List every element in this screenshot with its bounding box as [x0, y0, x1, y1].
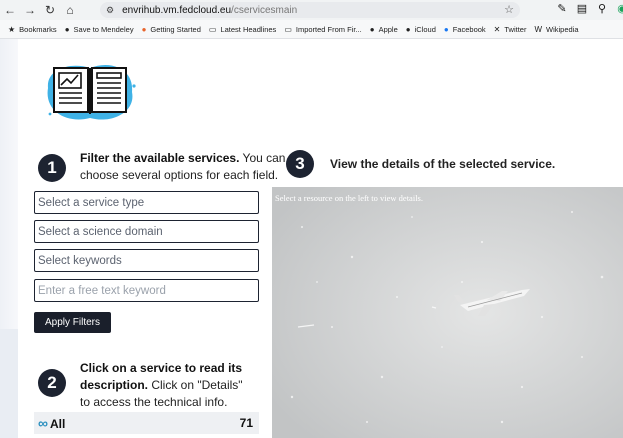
bookmark-item[interactable]: ▭ Latest Headlines [209, 25, 276, 34]
step-select-service: 2 Click on a service to read its descrip… [38, 360, 252, 411]
link-extension-icon[interactable]: ⚲ [596, 2, 608, 15]
all-count: 71 [239, 416, 253, 430]
bookmarks-bar: ★ Bookmarks ● Save to Mendeley ● Getting St… [0, 20, 623, 39]
bookmark-item[interactable]: ● Getting Started [142, 25, 201, 34]
record-extension-icon[interactable]: ◉ [616, 2, 623, 15]
details-panel: Select a resource on the left to view de… [272, 187, 623, 438]
folder-icon: ▭ [208, 24, 217, 34]
star-icon: ★ [8, 24, 16, 34]
bookmark-item[interactable]: ★ Bookmarks [8, 25, 57, 34]
step-filter: 1 Filter the available services. You can… [38, 150, 290, 184]
science-domain-value: Select a science domain [38, 225, 163, 238]
site-settings-icon[interactable]: ⚙ [106, 5, 114, 16]
wikipedia-icon: W [534, 24, 543, 34]
bookmark-item[interactable]: ● Facebook [444, 25, 486, 34]
reload-icon[interactable]: ↻ [40, 0, 60, 20]
bookmark-star-icon[interactable]: ☆ [504, 3, 514, 16]
science-domain-select[interactable]: Select a science domain [34, 220, 259, 243]
page-side-decoration [0, 39, 18, 438]
browser-toolbar: ← → ↻ ⌂ ⚙ envrihub.vm.fedcloud.eu/cservi… [0, 0, 623, 20]
step-view-details: 3 View the details of the selected servi… [286, 150, 555, 178]
step-number: 1 [38, 154, 66, 182]
x-icon: ✕ [493, 24, 501, 34]
service-type-select[interactable]: Select a service type [34, 191, 259, 214]
bookmark-item[interactable]: ● Apple [370, 25, 398, 34]
reader-extension-icon[interactable]: ▤ [576, 2, 588, 15]
mendeley-icon: ● [64, 24, 70, 34]
catalogue-book-icon [47, 65, 136, 120]
step-number: 3 [286, 150, 314, 178]
step-title: View the details of the selected service… [330, 156, 556, 171]
url-host: envrihub.vm.fedcloud.eu [122, 4, 232, 16]
all-services-row[interactable]: ∞ All 71 [34, 412, 259, 434]
infinity-icon: ∞ [38, 415, 48, 431]
apple-icon: ● [369, 24, 375, 34]
bookmark-item[interactable]: ● Save to Mendeley [65, 25, 134, 34]
service-type-value: Select a service type [38, 196, 145, 209]
step-number: 2 [38, 369, 66, 397]
bookmark-item[interactable]: W Wikipedia [534, 25, 578, 34]
url-path: /cservicesmain [231, 4, 298, 16]
pen-extension-icon[interactable]: ✎ [556, 2, 568, 15]
firefox-icon: ● [141, 24, 147, 34]
all-label: All [49, 417, 66, 431]
free-text-keyword-input[interactable]: Enter a free text keyword [34, 279, 259, 302]
apply-filters-button[interactable]: Apply Filters [34, 312, 111, 333]
bookmark-item[interactable]: ● iCloud [406, 25, 436, 34]
airplane-snow-photo [272, 187, 623, 438]
step-title: Filter the available services. [80, 151, 240, 165]
apple-icon: ● [405, 24, 411, 34]
facebook-icon: ● [443, 24, 449, 34]
free-text-placeholder: Enter a free text keyword [38, 284, 166, 297]
forward-icon[interactable]: → [20, 0, 40, 20]
keywords-value: Select keywords [38, 254, 122, 267]
details-placeholder: Select a resource on the left to view de… [275, 193, 423, 203]
folder-icon: ▭ [284, 24, 292, 34]
back-icon[interactable]: ← [0, 0, 20, 20]
bookmark-item[interactable]: ▭ Imported From Fir... [284, 25, 361, 34]
home-icon[interactable]: ⌂ [60, 0, 80, 20]
address-bar[interactable]: ⚙ envrihub.vm.fedcloud.eu/cservicesmain … [100, 2, 520, 18]
bookmark-item[interactable]: ✕ Twitter [494, 25, 527, 34]
keywords-select[interactable]: Select keywords [34, 249, 259, 272]
